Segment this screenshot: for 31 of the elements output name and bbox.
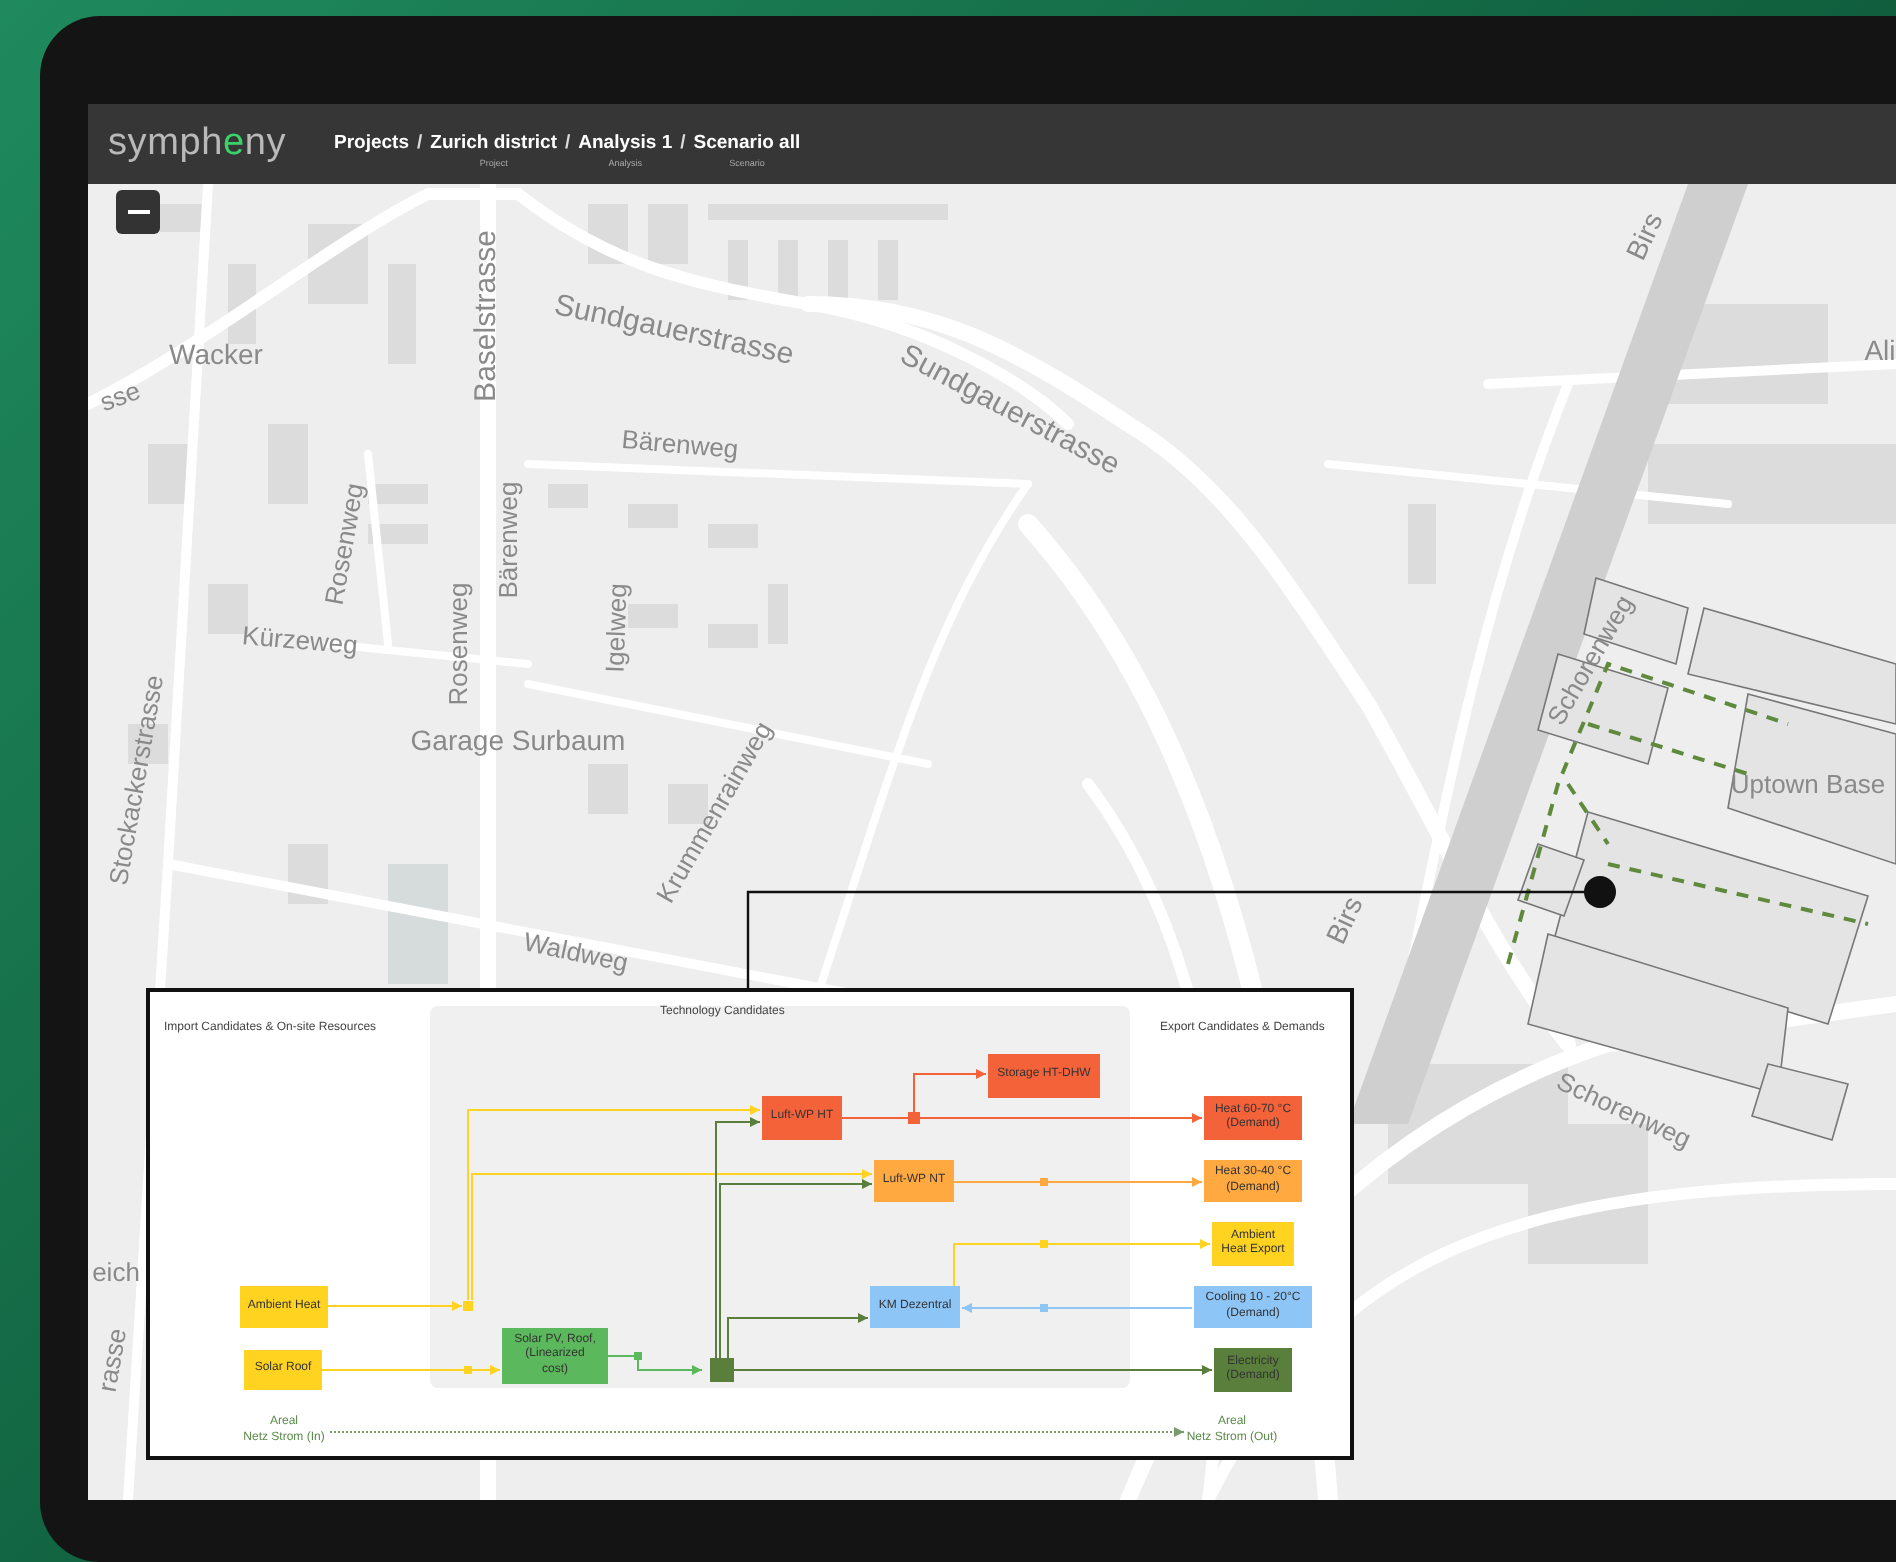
- junction-node: [1040, 1240, 1048, 1248]
- map-label: eich: [92, 1259, 140, 1285]
- map-label: Birs: [1621, 208, 1667, 264]
- map-label: Garage Surbaum: [410, 726, 626, 754]
- junction-node: [1040, 1304, 1048, 1312]
- map-label: Waldweg: [521, 928, 631, 976]
- map-label: rasse: [93, 1326, 131, 1394]
- map-label: sse: [96, 376, 144, 416]
- map-label: Rosenweg: [445, 582, 471, 706]
- map-label: Rosenweg: [320, 481, 368, 607]
- map-label: Uptown Base: [1730, 771, 1886, 797]
- junction-node: [634, 1352, 642, 1360]
- junction-node: [463, 1301, 473, 1311]
- map-label: Igelweg: [601, 582, 631, 674]
- logo: sympheny: [108, 122, 287, 166]
- junction-node: [710, 1358, 734, 1382]
- breadcrumb-separator: /: [680, 132, 686, 154]
- map-label: Kürzeweg: [241, 622, 359, 658]
- junction-node: [464, 1366, 472, 1374]
- map-label: Bärenweg: [620, 425, 740, 463]
- junction-node: [1040, 1178, 1048, 1186]
- zoom-out-button[interactable]: [116, 190, 160, 234]
- map-label: Birs: [1321, 892, 1367, 948]
- map-label: Ali: [1864, 336, 1896, 364]
- breadcrumb-separator: /: [565, 132, 571, 154]
- map-label: Wacker: [169, 340, 263, 368]
- breadcrumb-link[interactable]: Projects: [334, 132, 410, 154]
- breadcrumb-separator: /: [417, 132, 423, 154]
- junction-node: [908, 1112, 920, 1124]
- map-label: Bärenweg: [495, 481, 521, 599]
- map-label: Baselstrasse: [471, 230, 501, 402]
